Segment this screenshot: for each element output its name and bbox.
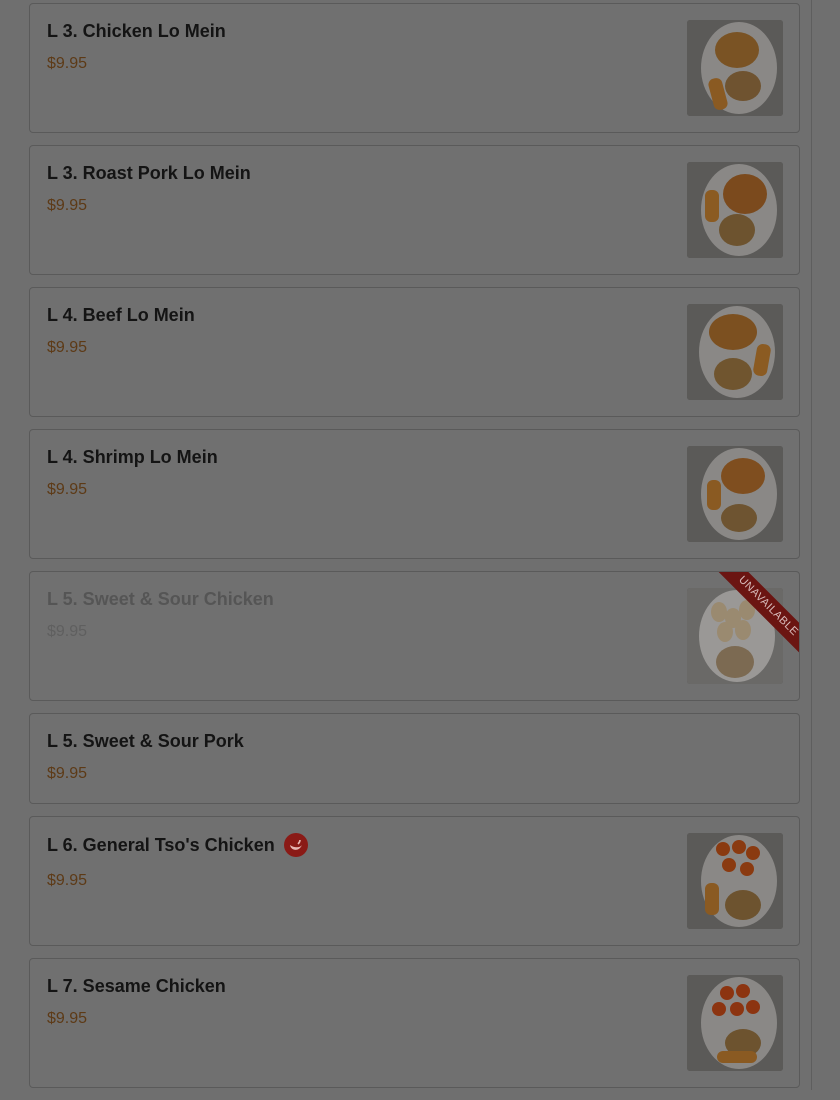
menu-item-name: L 3. Roast Pork Lo Mein: [47, 163, 251, 183]
menu-item-name: L 3. Chicken Lo Mein: [47, 21, 226, 41]
scrollbar-track[interactable]: [811, 0, 812, 1090]
chicken-lo-mein-photo[interactable]: [687, 20, 783, 116]
menu-item-info: L 4. Beef Lo Mein $9.95: [47, 304, 659, 357]
menu-item-info: L 5. Sweet & Sour Pork $9.95: [47, 730, 659, 783]
menu-item-info: L 6. General Tso's Chicken $9.95: [47, 833, 659, 890]
menu-item-price: $9.95: [47, 339, 88, 356]
menu-item-name: L 5. Sweet & Sour Pork: [47, 731, 244, 751]
general-tsos-chicken-photo[interactable]: [687, 833, 783, 929]
menu-item-card[interactable]: L 7. Sesame Chicken $9.95: [29, 958, 800, 1088]
menu-item-list: L 3. Chicken Lo Mein $9.95 L 3. Roast Po…: [29, 3, 800, 1100]
menu-item-price: $9.95: [47, 481, 88, 498]
menu-item-price: $9.95: [47, 55, 88, 72]
spicy-pepper-icon: [283, 833, 308, 857]
menu-item-price: $9.95: [47, 197, 88, 214]
menu-item-price: $9.95: [47, 623, 88, 640]
menu-item-name-row: L 6. General Tso's Chicken: [47, 833, 659, 857]
menu-item-price: $9.95: [47, 872, 88, 889]
menu-item-card[interactable]: L 4. Beef Lo Mein $9.95: [29, 287, 800, 417]
shrimp-lo-mein-photo[interactable]: [687, 446, 783, 542]
menu-item-card[interactable]: L 4. Shrimp Lo Mein $9.95: [29, 429, 800, 559]
menu-item-price: $9.95: [47, 1010, 88, 1027]
unavailable-ribbon: UNAVAILABLE: [705, 572, 799, 666]
menu-item-name: L 4. Beef Lo Mein: [47, 305, 195, 325]
unavailable-label: UNAVAILABLE: [707, 572, 799, 666]
menu-item-card[interactable]: L 3. Chicken Lo Mein $9.95: [29, 3, 800, 133]
menu-item-name: L 7. Sesame Chicken: [47, 976, 226, 996]
menu-item-name: L 6. General Tso's Chicken: [47, 835, 275, 855]
menu-item-card-unavailable[interactable]: L 5. Sweet & Sour Chicken $9.95 UNAVAILA…: [29, 571, 800, 701]
menu-item-card[interactable]: L 5. Sweet & Sour Pork $9.95: [29, 713, 800, 804]
beef-lo-mein-photo[interactable]: [687, 304, 783, 400]
menu-item-name: L 5. Sweet & Sour Chicken: [47, 589, 274, 609]
menu-item-info: L 3. Chicken Lo Mein $9.95: [47, 20, 659, 73]
menu-item-info: L 5. Sweet & Sour Chicken $9.95: [47, 588, 659, 641]
menu-item-info: L 4. Shrimp Lo Mein $9.95: [47, 446, 659, 499]
menu-item-card[interactable]: L 3. Roast Pork Lo Mein $9.95: [29, 145, 800, 275]
menu-page: L 3. Chicken Lo Mein $9.95 L 3. Roast Po…: [0, 0, 840, 1090]
menu-item-info: L 7. Sesame Chicken $9.95: [47, 975, 659, 1028]
menu-item-price: $9.95: [47, 765, 88, 782]
roast-pork-lo-mein-photo[interactable]: [687, 162, 783, 258]
sesame-chicken-photo[interactable]: [687, 975, 783, 1071]
menu-item-name: L 4. Shrimp Lo Mein: [47, 447, 218, 467]
menu-item-card[interactable]: L 6. General Tso's Chicken $9.95: [29, 816, 800, 946]
menu-item-info: L 3. Roast Pork Lo Mein $9.95: [47, 162, 659, 215]
